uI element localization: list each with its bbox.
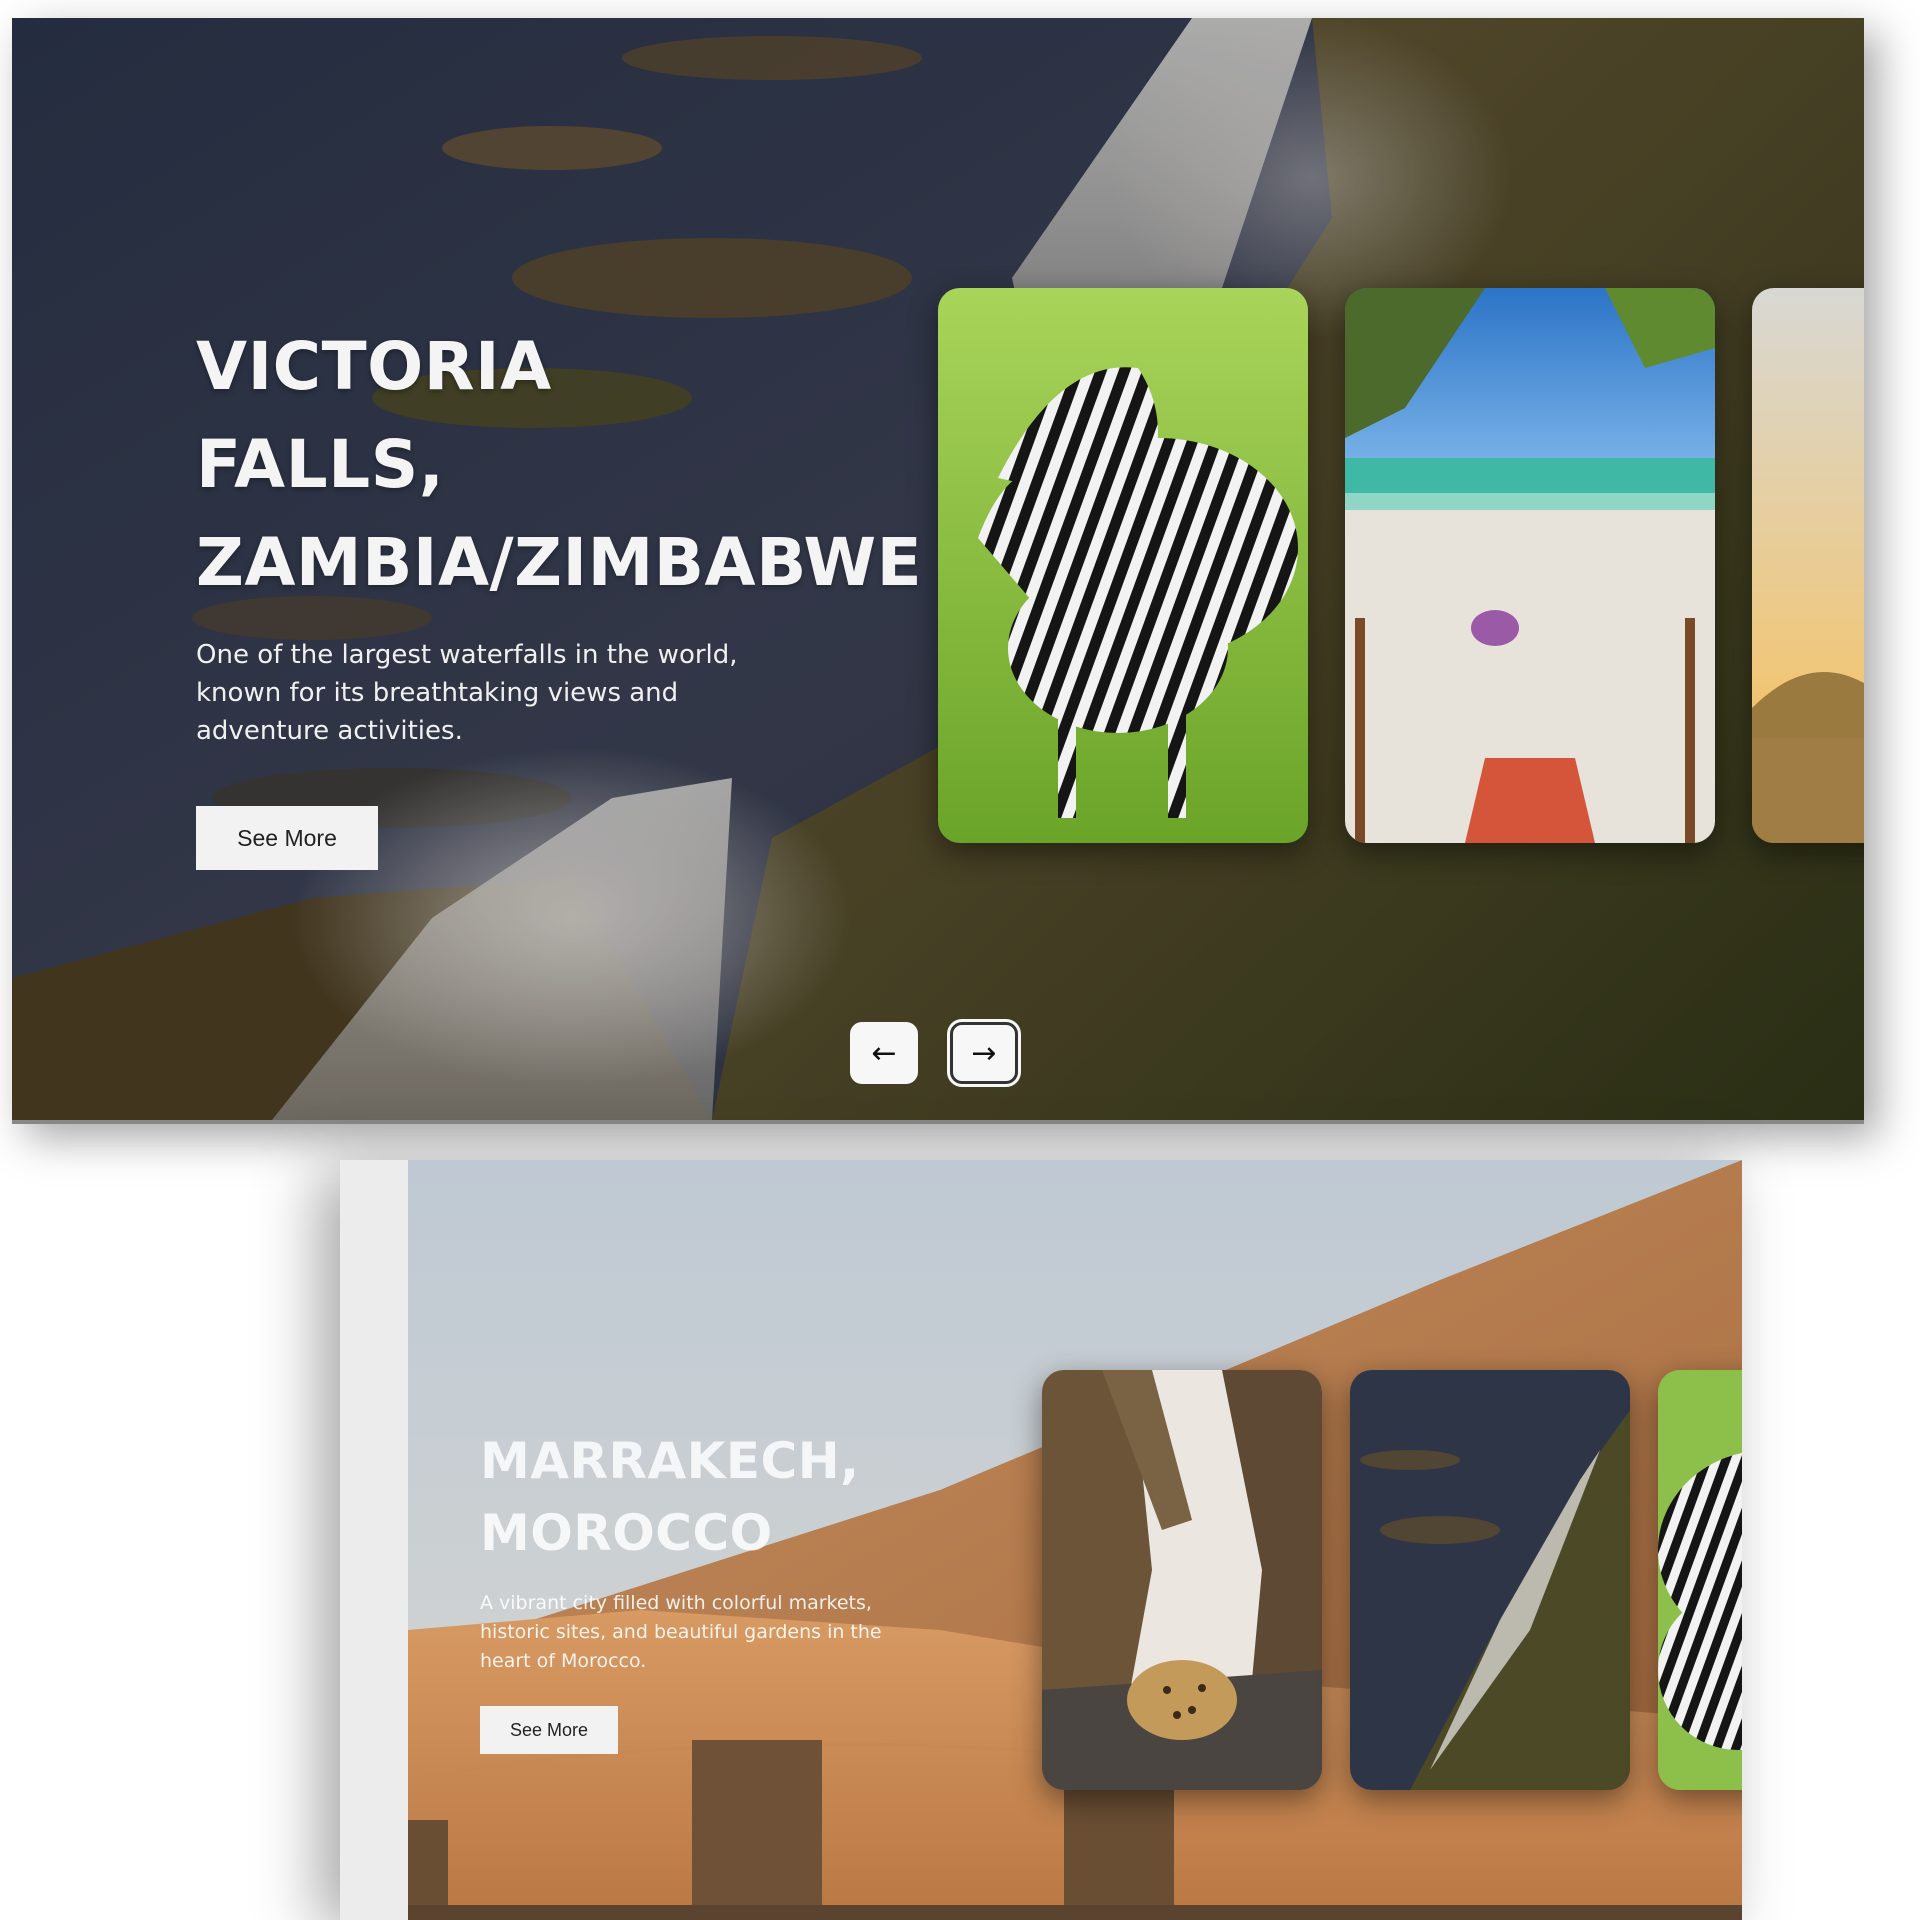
destination-title: MARRAKECH, MOROCCO bbox=[480, 1432, 860, 1562]
sphinx-desert-image bbox=[1752, 288, 1864, 843]
arrow-left-icon: ← bbox=[871, 1035, 897, 1071]
hero-slider-marrakech: MARRAKECH, MOROCCO A vibrant city filled… bbox=[340, 1160, 1742, 1920]
tropical-beach-image bbox=[1345, 288, 1715, 843]
see-more-button[interactable]: See More bbox=[196, 806, 378, 870]
see-more-button[interactable]: See More bbox=[480, 1706, 618, 1754]
victoria-falls-image bbox=[1350, 1370, 1630, 1790]
thumbnail-card-victoria-falls[interactable] bbox=[1350, 1370, 1630, 1790]
hero-slider-victoria-falls: VICTORIA FALLS, ZAMBIA/ZIMBABWE One of t… bbox=[12, 18, 1864, 1124]
thumbnail-card-leopard[interactable] bbox=[1042, 1370, 1322, 1790]
destination-description: A vibrant city filled with colorful mark… bbox=[480, 1592, 882, 1672]
thumbnail-card-zebras[interactable] bbox=[938, 288, 1308, 843]
hero-content: VICTORIA FALLS, ZAMBIA/ZIMBABWE One of t… bbox=[196, 318, 956, 870]
previous-slide-button[interactable]: ← bbox=[850, 1022, 918, 1084]
zebra-image bbox=[938, 288, 1308, 843]
thumbnail-card-zebras[interactable] bbox=[1658, 1370, 1742, 1790]
thumbnail-card-tropical-beach[interactable] bbox=[1345, 288, 1715, 843]
destination-title: VICTORIA FALLS, ZAMBIA/ZIMBABWE bbox=[196, 328, 923, 601]
zebra-image bbox=[1658, 1370, 1742, 1790]
arrow-right-icon: → bbox=[971, 1035, 997, 1071]
thumbnail-card-sphinx[interactable] bbox=[1752, 288, 1864, 843]
next-slide-button[interactable]: → bbox=[950, 1022, 1018, 1084]
destination-description: One of the largest waterfalls in the wor… bbox=[196, 640, 738, 746]
hero-content: MARRAKECH, MOROCCO A vibrant city filled… bbox=[480, 1425, 980, 1754]
leopard-in-tree-image bbox=[1042, 1370, 1322, 1790]
